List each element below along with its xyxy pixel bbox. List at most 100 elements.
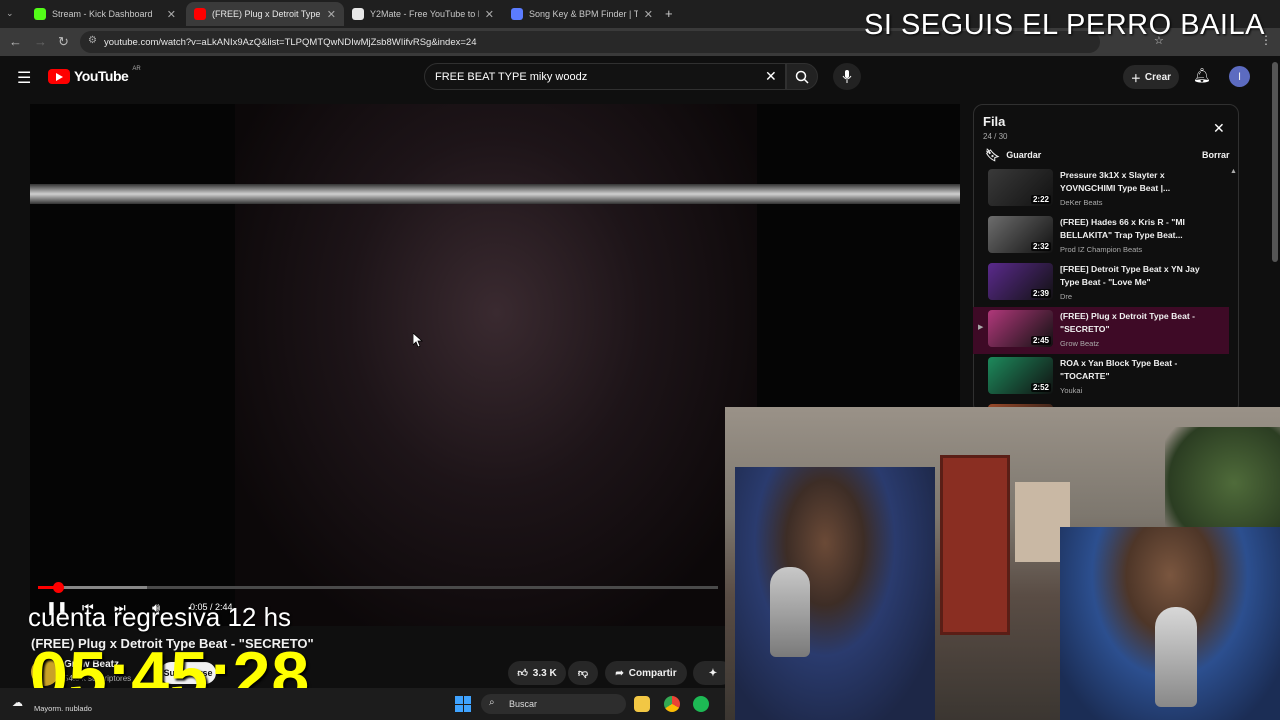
share-button[interactable]: ➦ Compartir	[605, 661, 687, 685]
playlist-item-title: ROA x Yan Block Type Beat - "TOCARTE"	[1060, 358, 1178, 381]
youtube-logo[interactable]: YouTube AR	[48, 66, 141, 84]
close-tab-icon[interactable]: ✕	[644, 8, 653, 21]
webcam-microphone-left	[770, 567, 810, 657]
tab-label: Y2Mate - Free YouTube to MP3	[370, 9, 479, 19]
notifications-bell-icon[interactable]: 🔔︎	[1193, 67, 1211, 84]
microphone-icon	[842, 69, 852, 83]
page-scrollbar[interactable]	[1272, 62, 1278, 262]
playlist-position: 24 / 30	[983, 132, 1008, 141]
avatar[interactable]: I	[1229, 66, 1250, 87]
clear-playlist-button[interactable]: Borrar	[1202, 150, 1230, 160]
plus-icon: ＋	[1130, 73, 1141, 85]
playlist-thumbnail: 2:22	[988, 169, 1053, 206]
weather-icon[interactable]: ☁︎	[12, 696, 23, 709]
close-playlist-icon[interactable]: ✕	[1213, 120, 1225, 137]
share-icon: ➦	[615, 667, 624, 679]
playlist-item[interactable]: 2:32 (FREE) Hades 66 x Kris R - "MI BELLA…	[973, 213, 1229, 260]
playlist-title: Fila	[983, 114, 1006, 129]
playlist-item-channel: Prod IZ Champion Beats	[1060, 245, 1143, 254]
voice-search-button[interactable]	[833, 63, 861, 90]
playlist-thumbnail: 2:32	[988, 216, 1053, 253]
mouse-cursor-icon	[413, 333, 423, 347]
playlist-item-duration: 2:52	[1030, 383, 1051, 392]
playlist-item-duration: 2:45	[1030, 336, 1051, 345]
tab-label: (FREE) Plug x Detroit Type Beat	[212, 9, 321, 19]
playlist-item-channel: DeKer Beats	[1060, 198, 1103, 207]
stream-banner-text: SI SEGUIS EL PERRO BAILA	[864, 9, 1265, 41]
playlist-thumbnail: 2:45	[988, 310, 1053, 347]
playlist-item-channel: Grow Beatz	[1060, 339, 1100, 348]
playlist-item-duration: 2:32	[1030, 242, 1051, 251]
tab-favicon-icon	[511, 8, 523, 20]
share-label: Compartir	[628, 667, 677, 679]
search-icon	[795, 70, 809, 84]
url-text: youtube.com/watch?v=aLkANIx9AzQ&list=TLP…	[104, 36, 477, 48]
tab-favicon-icon	[34, 8, 46, 20]
reload-icon[interactable]: ↻	[58, 34, 69, 50]
like-button[interactable]: 👍︎ 3.3 K	[508, 661, 566, 685]
tab-label: Stream - Kick Dashboard	[52, 9, 153, 19]
browser-tab[interactable]: Stream - Kick Dashboard ✕	[26, 2, 184, 26]
dislike-button[interactable]: 👎︎	[568, 661, 598, 685]
playlist-thumbnail: 2:52	[988, 357, 1053, 394]
taskbar-search[interactable]: ⌕ Buscar	[481, 694, 626, 714]
browser-tab[interactable]: Y2Mate - Free YouTube to MP3 ✕	[344, 2, 502, 26]
close-tab-icon[interactable]: ✕	[167, 8, 176, 21]
close-tab-icon[interactable]: ✕	[327, 8, 336, 21]
create-label: Crear	[1144, 71, 1172, 83]
browser-tab[interactable]: (FREE) Plug x Detroit Type Beat ✕	[186, 2, 344, 26]
site-info-icon[interactable]: ⚙	[88, 35, 97, 46]
playlist-item[interactable]: ▶ 2:45 (FREE) Plug x Detroit Type Beat - "…	[973, 307, 1229, 354]
playlist-item[interactable]: 2:22 Pressure 3k1X x Slayter x YOVNGCHIMI…	[973, 166, 1229, 213]
taskbar-search-icon: ⌕	[489, 697, 495, 708]
close-tab-icon[interactable]: ✕	[485, 8, 494, 21]
back-icon[interactable]: ←	[9, 34, 22, 49]
weather-text: Mayorm. nublado	[34, 704, 92, 713]
webcam-overlay	[725, 407, 1280, 720]
playlist-item[interactable]: 2:52 ROA x Yan Block Type Beat - "TOCARTE…	[973, 354, 1229, 401]
like-count: 3.3 K	[532, 667, 557, 679]
hamburger-menu-icon[interactable]: ☰	[17, 68, 31, 88]
scroll-up-icon[interactable]: ▲	[1230, 168, 1237, 175]
video-glitch-band	[30, 184, 960, 204]
clear-search-icon[interactable]: ✕	[765, 68, 777, 85]
search-input-value: FREE BEAT TYPE miky woodz	[435, 70, 588, 83]
video-frame	[235, 104, 757, 626]
save-playlist-button[interactable]: 🔖︎ Guardar	[985, 148, 1041, 162]
youtube-play-icon	[48, 68, 70, 84]
browser-tab[interactable]: Song Key & BPM Finder | Tunebat ✕	[503, 2, 661, 26]
bookmark-icon: 🔖︎	[985, 148, 1001, 162]
tab-list-chevron-icon[interactable]: ⌄	[6, 8, 14, 19]
forward-icon[interactable]: →	[34, 34, 47, 49]
countdown-label: cuenta regresiva 12 hs	[28, 602, 292, 632]
chrome-icon[interactable]	[664, 696, 680, 712]
spotify-icon[interactable]	[693, 696, 709, 712]
create-button[interactable]: ＋ Crear	[1123, 65, 1179, 89]
country-code: AR	[132, 66, 141, 72]
playlist-item-title: (FREE) Hades 66 x Kris R - "MI BELLAKITA…	[1060, 217, 1185, 240]
playlist-item-title: [FREE] Detroit Type Beat x YN Jay Type B…	[1060, 264, 1200, 287]
tab-favicon-icon	[352, 8, 364, 20]
save-label: Guardar	[1006, 150, 1042, 160]
playlist-item-title: Pressure 3k1X x Slayter x YOVNGCHIMI Typ…	[1060, 170, 1171, 193]
thumbs-down-icon: 👎︎	[577, 668, 589, 679]
search-input[interactable]: FREE BEAT TYPE miky woodz ✕	[424, 63, 786, 90]
playlist-item-title: (FREE) Plug x Detroit Type Beat - "SECRE…	[1060, 311, 1195, 334]
thumbs-up-icon: 👍︎	[517, 668, 528, 679]
youtube-logo-text: YouTube	[74, 68, 129, 84]
webcam-microphone-right	[1155, 607, 1197, 707]
playlist-thumbnail: 2:39	[988, 263, 1053, 300]
playlist-item-duration: 2:22	[1030, 195, 1051, 204]
webcam-person-left	[735, 467, 935, 720]
start-button[interactable]	[455, 696, 471, 712]
playlist-item[interactable]: 2:39 [FREE] Detroit Type Beat x YN Jay Ty…	[973, 260, 1229, 307]
taskbar-search-placeholder: Buscar	[509, 699, 538, 709]
playlist-item-channel: Dre	[1060, 292, 1073, 301]
playlist-item-channel: Youkai	[1060, 386, 1083, 395]
playlist-item-duration: 2:39	[1030, 289, 1051, 298]
search-button[interactable]	[786, 63, 818, 90]
video-progress-bar[interactable]	[38, 582, 718, 593]
new-tab-button[interactable]: +	[665, 6, 673, 21]
now-playing-icon: ▶	[978, 324, 984, 331]
file-explorer-icon[interactable]	[634, 696, 650, 712]
